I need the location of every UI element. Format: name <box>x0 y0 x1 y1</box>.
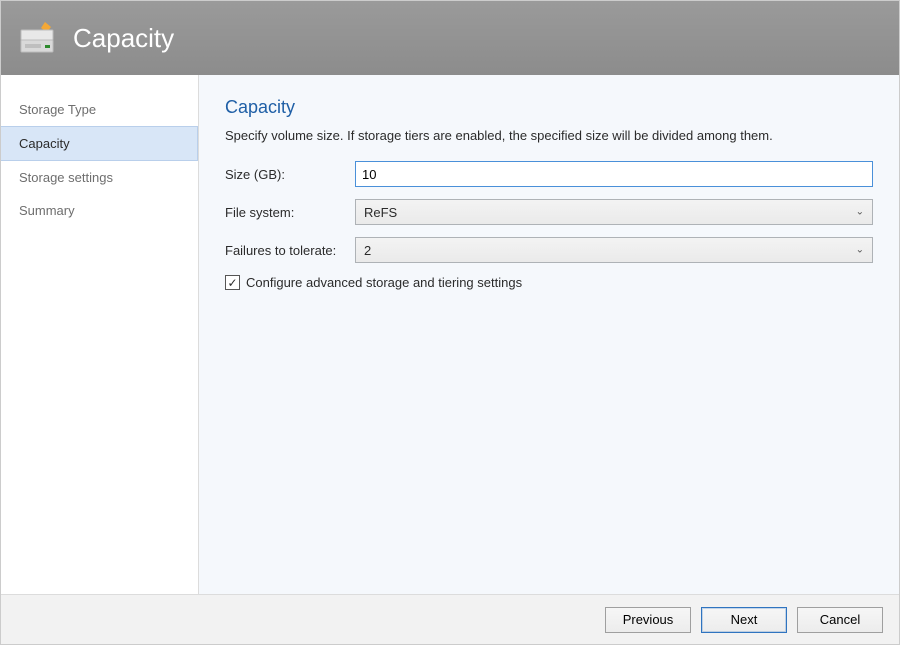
size-input[interactable] <box>355 161 873 187</box>
filesystem-label: File system: <box>225 205 355 220</box>
wizard-header: Capacity <box>1 1 899 75</box>
cancel-button[interactable]: Cancel <box>797 607 883 633</box>
chevron-down-icon: ⌄ <box>856 207 864 218</box>
sidebar-item-label: Capacity <box>19 136 70 151</box>
failures-label: Failures to tolerate: <box>225 243 355 258</box>
checkmark-icon: ✓ <box>227 277 237 289</box>
sidebar-item-storage-settings[interactable]: Storage settings <box>1 161 198 194</box>
header-title: Capacity <box>73 23 174 54</box>
storage-icon <box>19 20 59 56</box>
wizard-body: Storage Type Capacity Storage settings S… <box>1 75 899 594</box>
failures-row: Failures to tolerate: 2 ⌄ <box>225 237 873 263</box>
filesystem-value: ReFS <box>364 205 397 220</box>
size-label: Size (GB): <box>225 167 355 182</box>
section-title: Capacity <box>225 97 873 118</box>
advanced-settings-label: Configure advanced storage and tiering s… <box>246 275 522 290</box>
sidebar-item-label: Summary <box>19 203 75 218</box>
advanced-settings-checkbox[interactable]: ✓ <box>225 275 240 290</box>
section-description: Specify volume size. If storage tiers ar… <box>225 128 873 143</box>
wizard-steps-sidebar: Storage Type Capacity Storage settings S… <box>1 75 199 594</box>
chevron-down-icon: ⌄ <box>856 245 864 256</box>
sidebar-item-storage-type[interactable]: Storage Type <box>1 93 198 126</box>
next-button[interactable]: Next <box>701 607 787 633</box>
failures-select[interactable]: 2 ⌄ <box>355 237 873 263</box>
sidebar-item-label: Storage settings <box>19 170 113 185</box>
main-panel: Capacity Specify volume size. If storage… <box>199 75 899 594</box>
advanced-settings-row: ✓ Configure advanced storage and tiering… <box>225 275 873 290</box>
sidebar-item-summary[interactable]: Summary <box>1 194 198 227</box>
previous-button[interactable]: Previous <box>605 607 691 633</box>
sidebar-item-label: Storage Type <box>19 102 96 117</box>
failures-value: 2 <box>364 243 371 258</box>
wizard-footer: Previous Next Cancel <box>1 594 899 644</box>
sidebar-item-capacity[interactable]: Capacity <box>1 126 198 161</box>
size-row: Size (GB): <box>225 161 873 187</box>
filesystem-row: File system: ReFS ⌄ <box>225 199 873 225</box>
filesystem-select[interactable]: ReFS ⌄ <box>355 199 873 225</box>
